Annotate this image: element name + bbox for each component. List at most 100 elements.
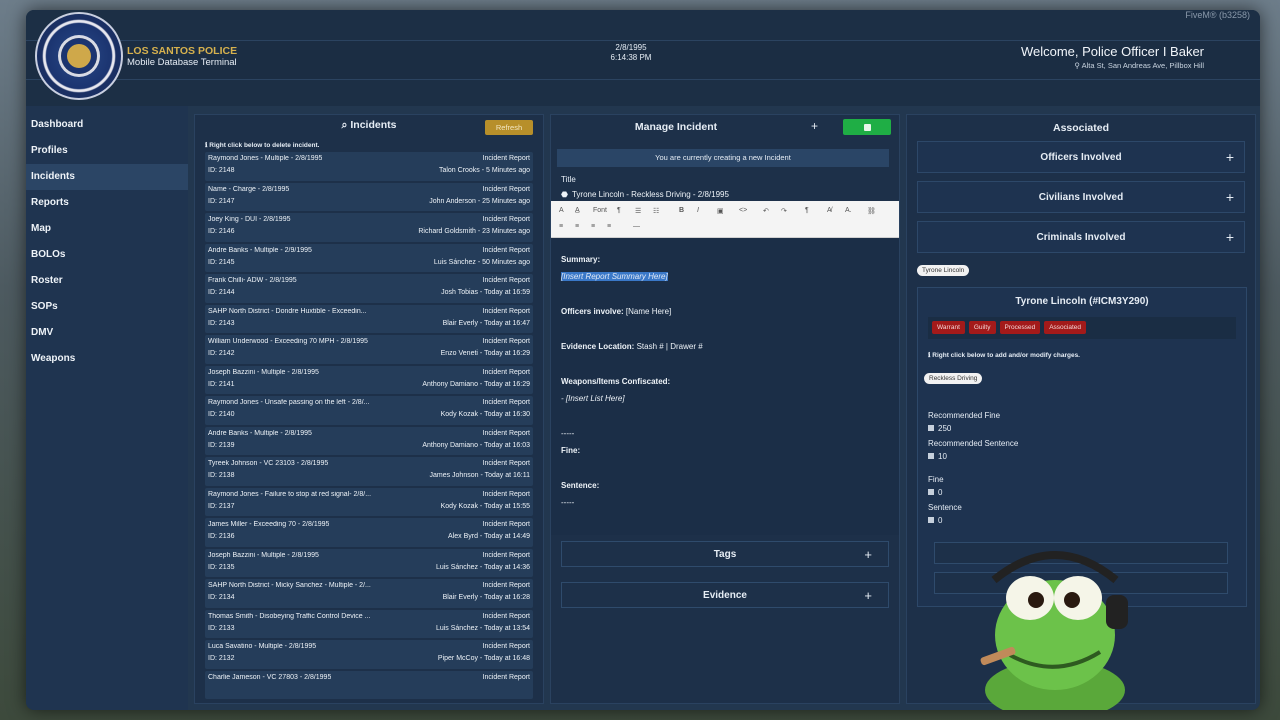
incident-row[interactable]: Charlie Jameson - VC 27803 - 2/8/1995 Inc… — [205, 670, 533, 699]
tag-warrant[interactable]: Warrant — [932, 321, 965, 334]
incident-row[interactable]: Luca Savatino - Multiple - 2/8/1995 ID: 2… — [205, 640, 533, 669]
add-civilian-plus-icon[interactable]: + — [1226, 189, 1234, 205]
title-field[interactable]: ⬣ Tyrone Lincoln - Reckless Driving - 2/8… — [561, 188, 899, 200]
incident-author-time: Alex Byrd - Today at 14:49 — [448, 533, 530, 540]
incident-author-time: Blair Everly - Today at 16:47 — [442, 319, 530, 327]
sidebar-item-roster[interactable]: Roster — [26, 268, 188, 294]
list-ordered-icon[interactable]: ☰ — [635, 207, 641, 215]
officers-label: Officers involve: — [561, 307, 624, 316]
add-criminal-plus-icon[interactable]: + — [1226, 229, 1234, 245]
civilians-involved-section[interactable]: Civilians Involved + — [917, 181, 1245, 213]
evidence-section[interactable]: Evidence + — [561, 582, 889, 608]
fine-label: Fine: — [561, 446, 581, 455]
criminal-pill[interactable]: Tyrone Lincoln — [917, 265, 970, 276]
rich-text-editor[interactable]: A A̲ Font ¶ ☰ ☷ B I ▣ <> ↶ ↷ ¶ A̸ A. ⛓ ≡… — [551, 201, 899, 535]
link-icon[interactable]: ⛓ — [867, 207, 876, 215]
paragraph-icon[interactable]: ¶ — [805, 207, 809, 214]
incident-author-time: Enzo Veneti - Today at 16:29 — [440, 350, 530, 357]
align-justify-icon[interactable]: ≡ — [607, 223, 611, 230]
incident-row[interactable]: Joseph Bazzini - Multiple - 2/8/1995 ID: … — [205, 548, 533, 577]
fine-label-right: Fine — [928, 475, 944, 484]
app-subtitle: Mobile Database Terminal — [127, 57, 237, 68]
image-icon[interactable]: ▣ — [717, 207, 724, 215]
add-tag-plus-icon[interactable]: + — [864, 547, 872, 562]
incident-id: ID: 2143 — [208, 319, 235, 327]
font-size-icon[interactable]: A — [559, 207, 564, 214]
incident-author-time: Luis Sánchez - Today at 14:36 — [435, 563, 530, 571]
incident-row[interactable]: SAHP North District - Dondre Huxtible - … — [205, 304, 533, 333]
tag-associated[interactable]: Associated — [1044, 321, 1087, 334]
criminal-name: Tyrone Lincoln (#ICM3Y290) — [1015, 296, 1149, 307]
clear-format-icon[interactable]: A̸ — [827, 207, 832, 214]
align-left-icon[interactable]: ≡ — [559, 223, 563, 230]
sidebar-item-incidents[interactable]: Incidents — [26, 164, 188, 190]
new-incident-plus-icon[interactable]: + — [811, 119, 818, 133]
align-right-icon[interactable]: ≡ — [591, 223, 595, 230]
incident-row[interactable]: Andre Banks - Multiple - 2/8/1995 ID: 213… — [205, 426, 533, 455]
add-officer-plus-icon[interactable]: + — [1226, 149, 1234, 165]
incident-type: Incident Report — [482, 551, 530, 559]
highlight-icon[interactable]: A. — [845, 207, 852, 214]
brand: LOS SANTOS POLICE Mobile Database Termin… — [127, 45, 237, 69]
incident-row[interactable]: Joey King - DUI - 2/8/1995 ID: 2146 Incide… — [205, 213, 533, 242]
tag-guilty[interactable]: Guilty — [968, 321, 996, 334]
sentence-input[interactable]: 0 — [928, 516, 1246, 525]
redo-icon[interactable]: ↷ — [781, 207, 787, 215]
charge-pill[interactable]: Reckless Driving — [924, 373, 983, 384]
incident-row[interactable]: SAHP North District - Micky Sanchez - Mu… — [205, 579, 533, 608]
italic-icon[interactable]: I — [697, 207, 699, 214]
sidebar-item-bolos[interactable]: BOLOs — [26, 242, 188, 268]
code-icon[interactable]: <> — [739, 207, 747, 214]
incident-type: Incident Report — [482, 460, 530, 467]
sidebar-item-profiles[interactable]: Profiles — [26, 138, 188, 164]
incident-row[interactable]: Joseph Bazzini - Multiple - 2/8/1995 ID: … — [205, 365, 533, 394]
criminals-involved-section[interactable]: Criminals Involved + — [917, 221, 1245, 253]
refresh-button[interactable]: Refresh — [485, 120, 533, 135]
tags-section[interactable]: Tags + — [561, 541, 889, 567]
sidebar-item-map[interactable]: Map — [26, 216, 188, 242]
incident-author-time: Piper McCoy - Today at 16:48 — [437, 655, 530, 662]
incident-row[interactable]: Thomas Smith - Disobeying Traffic Contro… — [205, 609, 533, 638]
summary-placeholder[interactable]: [Insert Report Summary Here] — [561, 272, 668, 281]
save-button[interactable] — [843, 119, 891, 135]
list-unordered-icon[interactable]: ☷ — [653, 207, 659, 215]
editor-content[interactable]: Summary: [Insert Report Summary Here] Of… — [551, 238, 899, 518]
incident-id: ID: 2135 — [208, 563, 235, 571]
incident-title: SAHP North District - Dondre Huxtible - … — [208, 307, 367, 315]
font-select[interactable]: Font — [593, 207, 607, 214]
incident-row[interactable]: Name - Charge - 2/8/1995 ID: 2147 Incident… — [205, 182, 533, 211]
incident-id: ID: 2144 — [208, 289, 235, 296]
horizontal-rule-icon[interactable]: — — [633, 223, 640, 230]
bold-icon[interactable]: B — [679, 207, 684, 214]
incident-type: Incident Report — [482, 216, 530, 223]
incident-row[interactable]: Tyreek Johnson - VC 23103 - 2/8/1995 ID: … — [205, 457, 533, 486]
sidebar-item-weapons[interactable]: Weapons — [26, 346, 188, 372]
sidebar-item-sops[interactable]: SOPs — [26, 294, 188, 320]
sidebar-item-reports[interactable]: Reports — [26, 190, 188, 216]
incident-row[interactable]: Raymond Jones - Multiple - 2/8/1995 ID: 2… — [205, 152, 533, 181]
incident-row[interactable]: Raymond Jones - Failure to stop at red s… — [205, 487, 533, 516]
fivem-overlay: FiveM® (b3258) — [1185, 10, 1250, 20]
officers-involved-section[interactable]: Officers Involved + — [917, 141, 1245, 173]
incident-id: ID: 2136 — [208, 533, 235, 540]
incident-row[interactable]: William Underwood - Exceeding 70 MPH - 2… — [205, 335, 533, 364]
incident-row[interactable]: Frank Chilli- ADW - 2/8/1995 ID: 2144 Inci… — [205, 274, 533, 303]
text-format-icon[interactable]: ¶ — [617, 207, 621, 214]
summary-label: Summary: — [561, 255, 601, 264]
undo-icon[interactable]: ↶ — [763, 207, 769, 215]
incident-row[interactable]: James Miller - Exceeding 70 - 2/8/1995 ID… — [205, 518, 533, 547]
fine-input[interactable]: 0 — [928, 488, 1246, 497]
incident-title: Raymond Jones - Multiple - 2/8/1995 — [208, 155, 323, 162]
incident-id: ID: 2145 — [208, 258, 235, 266]
sentence-label: Sentence: — [561, 481, 600, 490]
incident-row[interactable]: Raymond Jones - Unsafe passing on the le… — [205, 396, 533, 425]
pin-icon: ⚲ — [1074, 61, 1082, 70]
add-evidence-plus-icon[interactable]: + — [864, 588, 872, 603]
incident-row[interactable]: Andre Banks - Multiple - 2/9/1995 ID: 214… — [205, 243, 533, 272]
sidebar-item-dmv[interactable]: DMV — [26, 320, 188, 346]
align-center-icon[interactable]: ≡ — [575, 223, 579, 230]
sidebar-item-dashboard[interactable]: Dashboard — [26, 112, 188, 138]
font-color-icon[interactable]: A̲ — [575, 207, 580, 214]
incident-id: ID: 2134 — [208, 594, 235, 601]
tag-processed[interactable]: Processed — [999, 321, 1041, 334]
